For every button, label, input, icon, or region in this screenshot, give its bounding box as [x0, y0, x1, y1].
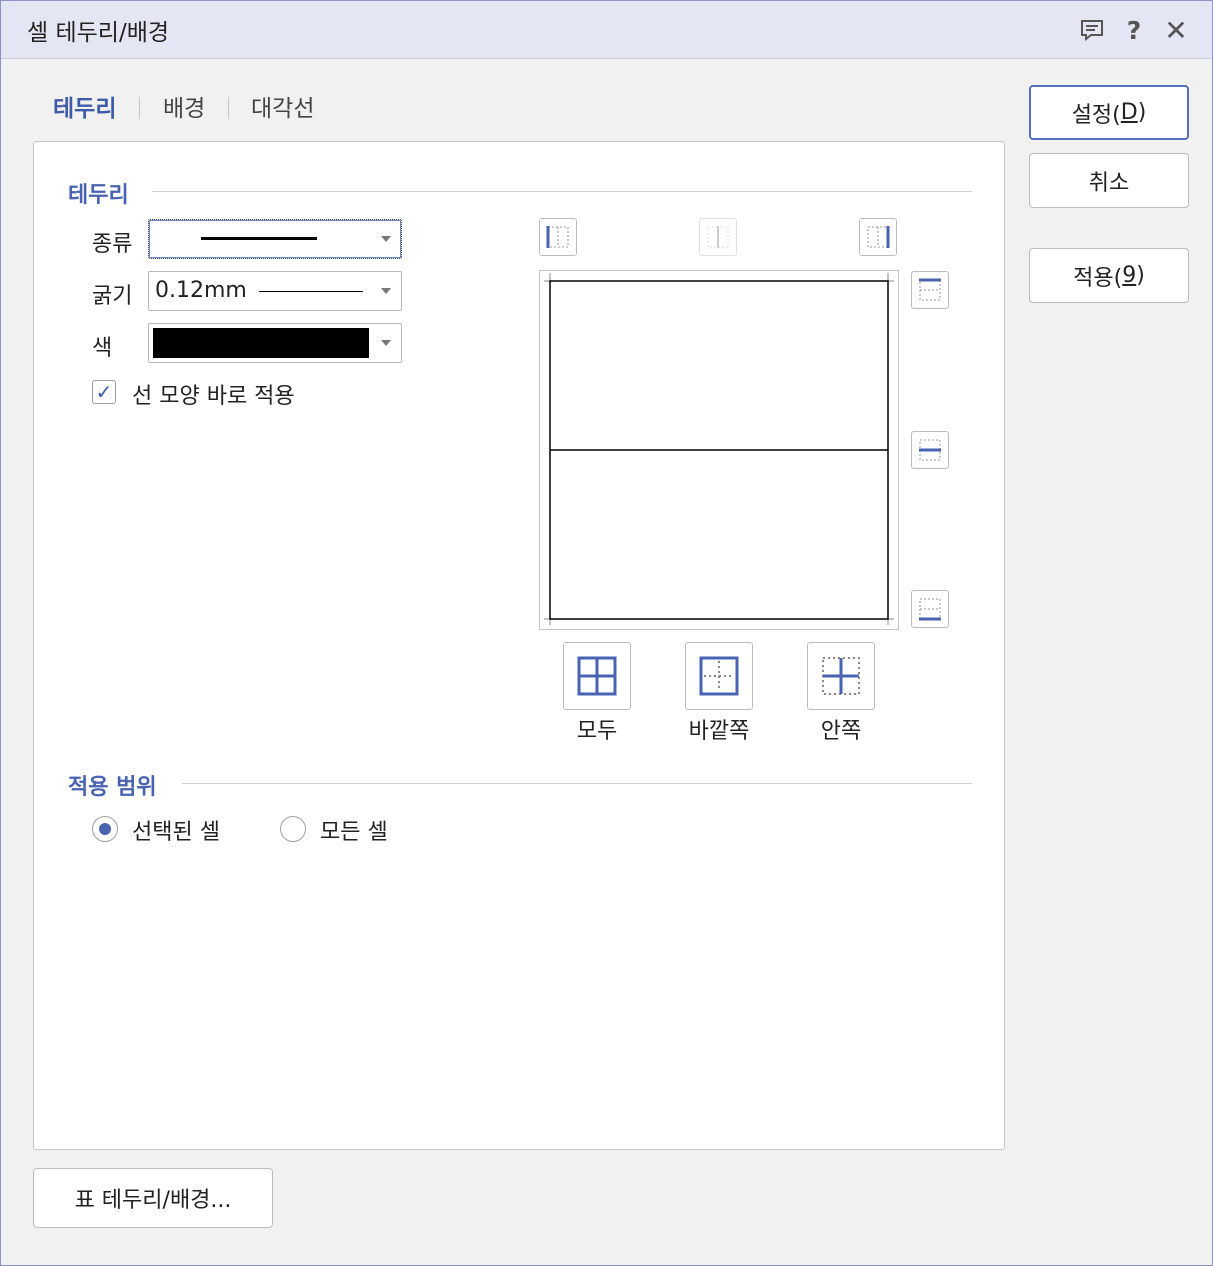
- bottom-border-button[interactable]: [911, 590, 949, 628]
- preset-outside-label: 바깥쪽: [688, 719, 750, 744]
- tab-separator: [139, 97, 140, 119]
- chevron-down-icon: [381, 340, 391, 346]
- line-type-label: 종류: [92, 232, 133, 257]
- border-section-title: 테두리: [68, 183, 129, 208]
- tab-background[interactable]: 배경: [163, 89, 205, 123]
- chevron-down-icon: [381, 236, 391, 242]
- radio-all-cells[interactable]: [280, 816, 306, 842]
- set-button-label: 설정(: [1071, 102, 1121, 128]
- cell-border-background-dialog: 셀 테두리/배경 ? ✕ 테두리 배경 대각선 테두리 종류 굵기 0.12mm: [0, 0, 1213, 1266]
- tab-separator: [228, 97, 229, 119]
- line-type-sample: [201, 237, 317, 240]
- inner-vertical-border-button[interactable]: [699, 218, 737, 256]
- line-width-label: 굵기: [92, 284, 133, 309]
- section-divider: [182, 783, 972, 784]
- apply-button-label: 적용(: [1073, 265, 1123, 291]
- apply-immediately-label: 선 모양 바로 적용: [132, 384, 295, 409]
- set-button-suffix: ): [1137, 100, 1147, 125]
- comment-icon[interactable]: [1077, 15, 1107, 45]
- line-type-select[interactable]: [148, 219, 402, 259]
- checkmark-icon: ✓: [95, 380, 113, 404]
- section-divider: [152, 191, 972, 192]
- color-swatch: [153, 328, 369, 358]
- apply-button-suffix: ): [1136, 263, 1145, 288]
- line-width-select[interactable]: 0.12mm: [148, 271, 402, 311]
- radio-selected-cells-label: 선택된 셀: [132, 820, 220, 845]
- apply-button-key: 9: [1122, 263, 1137, 288]
- preset-all-label: 모두: [576, 719, 618, 744]
- table-border-background-button[interactable]: 표 테두리/배경...: [33, 1168, 273, 1228]
- right-border-button[interactable]: [859, 218, 897, 256]
- line-color-select[interactable]: [148, 323, 402, 363]
- radio-all-cells-label: 모든 셀: [320, 820, 388, 845]
- close-icon[interactable]: ✕: [1161, 14, 1191, 47]
- grid-inside-icon: [822, 657, 860, 695]
- preset-inside-button[interactable]: [807, 642, 875, 710]
- radio-dot: [99, 823, 111, 835]
- preset-all-button[interactable]: [563, 642, 631, 710]
- line-width-sample: [259, 291, 363, 292]
- set-button[interactable]: 설정(D): [1029, 85, 1189, 140]
- dialog-title: 셀 테두리/배경: [27, 20, 170, 46]
- cancel-button[interactable]: 취소: [1029, 153, 1189, 208]
- set-button-key: D: [1120, 100, 1138, 125]
- help-icon[interactable]: ?: [1119, 15, 1149, 45]
- line-width-value: 0.12mm: [155, 278, 247, 303]
- border-preview[interactable]: [539, 270, 899, 630]
- top-border-button[interactable]: [911, 271, 949, 309]
- grid-all-icon: [577, 656, 617, 696]
- chevron-down-icon: [381, 288, 391, 294]
- scope-section-title: 적용 범위: [68, 775, 157, 800]
- preset-outside-button[interactable]: [685, 642, 753, 710]
- grid-outside-icon: [699, 656, 739, 696]
- left-border-button[interactable]: [539, 218, 577, 256]
- tab-diagonal[interactable]: 대각선: [251, 89, 314, 123]
- apply-immediately-checkbox[interactable]: ✓: [92, 380, 116, 404]
- tab-border[interactable]: 테두리: [53, 89, 116, 123]
- line-color-label: 색: [92, 336, 113, 361]
- radio-selected-cells[interactable]: [92, 816, 118, 842]
- apply-button[interactable]: 적용(9): [1029, 248, 1189, 303]
- preset-inside-label: 안쪽: [820, 719, 862, 744]
- inner-horizontal-border-button[interactable]: [911, 431, 949, 469]
- title-bar: 셀 테두리/배경 ? ✕: [1, 1, 1212, 59]
